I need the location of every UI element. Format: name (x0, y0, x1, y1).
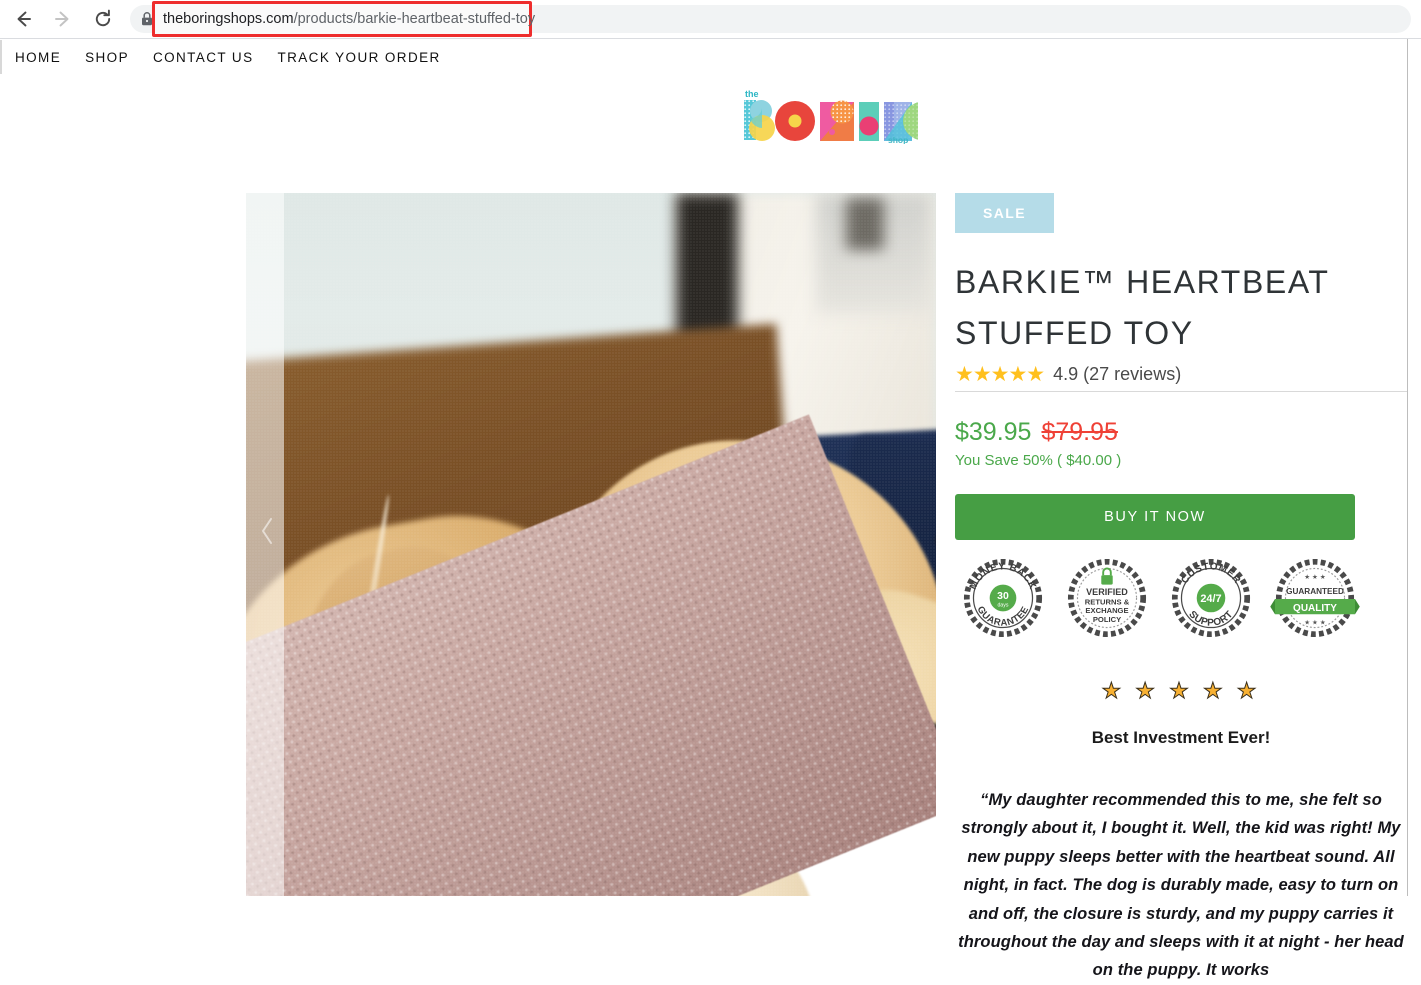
trust-badges: 30 days MONEY BACK GUARANTEE VERIFIED RE… (955, 558, 1407, 638)
svg-text:shop: shop (888, 135, 908, 144)
back-arrow-icon (17, 11, 31, 27)
verified-returns-exchange-policy-badge-icon: VERIFIED RETURNS & EXCHANGE POLICY (1067, 559, 1147, 638)
url-path: /products/barkie-heartbeat-stuffed-toy (293, 11, 536, 27)
customer-support-badge-icon: 24/7 CUSTOMER SUPPORT (1171, 559, 1251, 638)
nav-item-shop[interactable]: SHOP (73, 50, 141, 65)
forward-button[interactable] (46, 2, 80, 36)
svg-text:★ ★ ★: ★ ★ ★ (1304, 619, 1326, 627)
browser-toolbar: theboringshops.com/products/barkie-heart… (0, 0, 1421, 38)
money-back-guarantee-badge-icon: 30 days MONEY BACK GUARANTEE (963, 559, 1043, 638)
svg-text:CUSTOMER: CUSTOMER (1179, 561, 1243, 586)
omnibox[interactable]: theboringshops.com/products/barkie-heart… (130, 1, 1411, 37)
nav-item-track-your-order[interactable]: TRACK YOUR ORDER (265, 50, 452, 65)
nav-item-contact-us[interactable]: CONTACT US (141, 50, 266, 65)
product-title: BARKIE™ HEARTBEAT STUFFED TOY (955, 264, 1329, 351)
featured-review: ★ ★ ★ ★ ★ Best Investment Ever! “My daug… (955, 678, 1407, 985)
page-right-edge (1407, 39, 1408, 896)
svg-text:VERIFIED: VERIFIED (1086, 587, 1128, 597)
svg-text:30: 30 (997, 591, 1009, 602)
svg-text:★ ★ ★: ★ ★ ★ (1304, 573, 1326, 581)
back-button[interactable] (6, 2, 40, 36)
review-stars: ★ ★ ★ ★ ★ (1101, 678, 1261, 704)
boring-shop-logo-icon: the shop (744, 89, 918, 144)
site-logo[interactable]: the shop (736, 88, 918, 144)
review-headline: Best Investment Ever! (1091, 728, 1271, 748)
buy-it-now-button[interactable]: BUY IT NOW (955, 494, 1355, 541)
reload-icon (95, 9, 111, 27)
price-savings: You Save 50% ( $40.00 ) (955, 452, 1122, 470)
forward-arrow-icon (55, 11, 69, 27)
product-info: SALE BARKIE™ HEARTBEAT STUFFED TOY ★★★★★… (955, 193, 1407, 985)
gallery-prev-button[interactable] (254, 511, 280, 551)
svg-text:the: the (745, 89, 759, 99)
sale-badge: SALE (955, 193, 1054, 233)
url-highlight-box[interactable]: theboringshops.com/products/barkie-heart… (152, 1, 535, 37)
svg-text:days: days (997, 603, 1008, 609)
svg-text:QUALITY: QUALITY (1293, 603, 1337, 614)
reload-button[interactable] (86, 2, 120, 36)
site-navigation: HOME SHOP CONTACT US TRACK YOUR ORDER (0, 39, 1421, 75)
svg-text:GUARANTEED: GUARANTEED (1286, 587, 1344, 596)
rating-row[interactable]: ★★★★★ 4.9 (27 reviews) (955, 363, 1407, 393)
svg-text:POLICY: POLICY (1093, 615, 1121, 624)
chevron-left-icon (262, 518, 272, 544)
url-text: theboringshops.com/products/barkie-heart… (163, 11, 535, 27)
price-original: $79.95 (1041, 418, 1118, 447)
price-current: $39.95 (955, 418, 1032, 447)
rating-reviews-label: 4.9 (27 reviews) (1053, 364, 1182, 385)
nav-item-home[interactable]: HOME (3, 50, 73, 65)
rating-stars: ★★★★★ (955, 363, 1045, 387)
product-photo (246, 193, 936, 896)
product-gallery[interactable] (246, 193, 936, 896)
review-body: “My daughter recommended this to me, she… (958, 791, 1404, 980)
guaranteed-quality-badge-icon: ★ ★ ★ GUARANTEED QUALITY ★ ★ ★ (1270, 559, 1360, 638)
price-row: $39.95 $79.95 (955, 418, 1407, 447)
svg-text:24/7: 24/7 (1200, 593, 1221, 605)
url-host: theboringshops.com (163, 11, 294, 27)
